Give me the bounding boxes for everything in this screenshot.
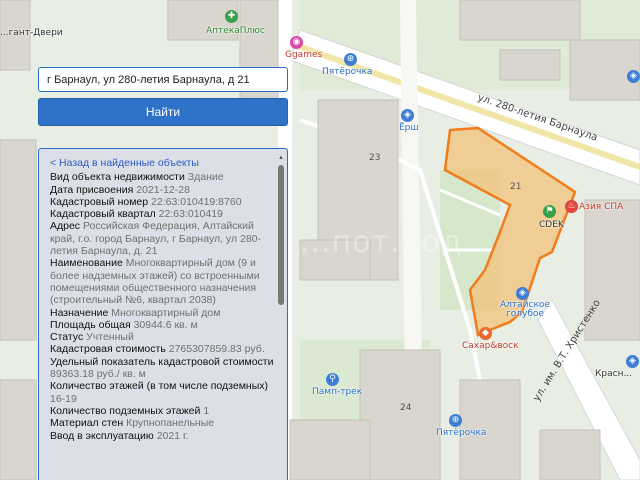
info-row-label: Ввод в эксплуатацию — [50, 429, 154, 442]
find-button[interactable]: Найти — [38, 98, 288, 126]
building — [459, 0, 581, 41]
info-row-value: Здание — [187, 171, 224, 184]
info-row: Дата присвоения 2021-12-28 — [50, 184, 275, 196]
info-row-label: Наименование — [50, 257, 123, 270]
building — [289, 419, 371, 480]
info-row-label: Кадастровый квартал — [50, 208, 156, 221]
info-row-value: Крупнопанельные — [126, 417, 215, 430]
info-row-label: Дата присвоения — [50, 183, 134, 196]
scroll-thumb[interactable] — [278, 165, 284, 305]
poi-sakharok[interactable]: Сахар&воск — [462, 341, 519, 351]
building-number-24: 24 — [400, 403, 412, 413]
info-row: Наименование Многоквартирный дом (9 и бо… — [50, 257, 275, 306]
info-row-value: 89363.18 руб./ кв. м — [50, 368, 146, 381]
poi-ggames[interactable]: Ggames — [285, 50, 322, 60]
info-row-value: 1 — [203, 404, 210, 417]
water-icon[interactable]: ◈ — [516, 287, 529, 300]
info-row: Материал стен Крупнопанельные — [50, 417, 275, 429]
bag-icon[interactable]: ◈ — [401, 109, 414, 122]
info-row: Статус Учтенный — [50, 331, 275, 343]
info-row: Кадастровая стоимость 2765307859.83 руб. — [50, 343, 275, 355]
building-number-23: 23 — [369, 153, 381, 163]
info-row: Кадастровый номер 22:63:010419:8760 — [50, 196, 275, 208]
info-row: Ввод в эксплуатацию 2021 г. — [50, 430, 275, 442]
info-row: Количество подземных этажей 1 — [50, 405, 275, 417]
info-content: < Назад в найденные объекты Вид объекта … — [39, 149, 275, 480]
info-row: Адрес Российская Федерация, Алтайский кр… — [50, 220, 275, 257]
bike-icon[interactable]: ⚲ — [326, 373, 339, 386]
delivery-icon[interactable]: ⚑ — [543, 205, 556, 218]
building — [0, 139, 37, 341]
poi-cdek[interactable]: CDEK — [539, 220, 564, 230]
info-row-label: Количество подземных этажей — [50, 404, 201, 417]
poi-pyaterochka-bottom[interactable]: Пятёрочка — [436, 428, 486, 438]
info-row-value: 22:63:010419 — [158, 208, 223, 221]
building — [0, 379, 37, 480]
info-row-label: Вид объекта недвижимости — [50, 171, 185, 184]
cosmetics-icon[interactable]: ◆ — [479, 327, 492, 340]
info-row-label: Удельный показатель кадастровой стоимост… — [50, 355, 274, 368]
building — [239, 0, 279, 111]
info-row-value: 16-19 — [50, 392, 77, 405]
cart-icon[interactable]: ⊕ — [344, 53, 357, 66]
info-row-label: Кадастровая стоимость — [50, 343, 166, 356]
pharmacy-icon[interactable]: ✚ — [225, 10, 238, 23]
info-row-value: 2765307859.83 руб. — [168, 343, 265, 356]
info-row-value: Российская Федерация, Алтайский край, г.… — [50, 220, 262, 258]
info-row: Удельный показатель кадастровой стоимост… — [50, 356, 275, 381]
info-row-label: Материал стен — [50, 417, 124, 430]
building — [539, 429, 601, 480]
gamepad-icon[interactable]: ◉ — [290, 36, 303, 49]
poi-krasnoe[interactable]: Красн... — [595, 369, 632, 379]
building — [499, 49, 561, 81]
shop-icon[interactable]: ◈ — [627, 70, 640, 83]
map-watermark: ...пот...од — [300, 225, 463, 260]
cart-icon[interactable]: ⊕ — [449, 414, 462, 427]
building-number-21: 21 — [510, 182, 522, 192]
info-rows: Вид объекта недвижимости Здание Дата прис… — [50, 171, 275, 442]
info-row: Количество этажей (в том числе подземных… — [50, 380, 275, 405]
poi-dveri[interactable]: ...гант-Двери — [0, 28, 63, 38]
panel-scrollbar[interactable]: ▲ — [277, 155, 285, 480]
shop-icon[interactable]: ◈ — [626, 355, 639, 368]
back-to-results-link[interactable]: < Назад в найденные объекты — [50, 157, 275, 169]
poi-pyaterochka-top[interactable]: Пятёрочка — [322, 67, 372, 77]
info-row-label: Адрес — [50, 220, 81, 233]
info-row-label: Количество этажей (в том числе подземных… — [50, 380, 269, 393]
poi-pamp-trek[interactable]: Памп-трек — [312, 387, 362, 397]
info-row: Назначение Многоквартирный дом — [50, 307, 275, 319]
info-row-label: Площадь общая — [50, 318, 131, 331]
info-row-value: Многоквартирный дом — [111, 306, 221, 319]
spa-icon[interactable]: ♨ — [565, 200, 578, 213]
info-row: Площадь общая 30944.6 кв. м — [50, 319, 275, 331]
info-row-label: Статус — [50, 331, 84, 344]
address-search-input[interactable] — [38, 67, 288, 92]
info-row: Кадастровый квартал 22:63:010419 — [50, 208, 275, 220]
object-info-panel: < Назад в найденные объекты Вид объекта … — [38, 148, 288, 480]
info-row-value: Учтенный — [86, 331, 134, 344]
info-row-value: 2021 г. — [156, 429, 189, 442]
poi-altai-blue[interactable]: Алтайское голубое — [500, 301, 550, 319]
poi-apteka[interactable]: АптекаПлюс — [206, 26, 265, 36]
poi-ersh[interactable]: Ёрш — [399, 123, 419, 133]
scroll-up-arrow-icon[interactable]: ▲ — [277, 155, 285, 162]
info-row-value: 30944.6 кв. м — [133, 318, 198, 331]
poi-azia-spa[interactable]: Азия СПА — [579, 202, 623, 212]
info-row-value: 2021-12-28 — [136, 183, 190, 196]
info-row-label: Кадастровый номер — [50, 195, 149, 208]
info-row-label: Назначение — [50, 306, 109, 319]
info-row: Вид объекта недвижимости Здание — [50, 171, 275, 183]
info-row-value: 22:63:010419:8760 — [151, 195, 242, 208]
building — [359, 349, 441, 480]
